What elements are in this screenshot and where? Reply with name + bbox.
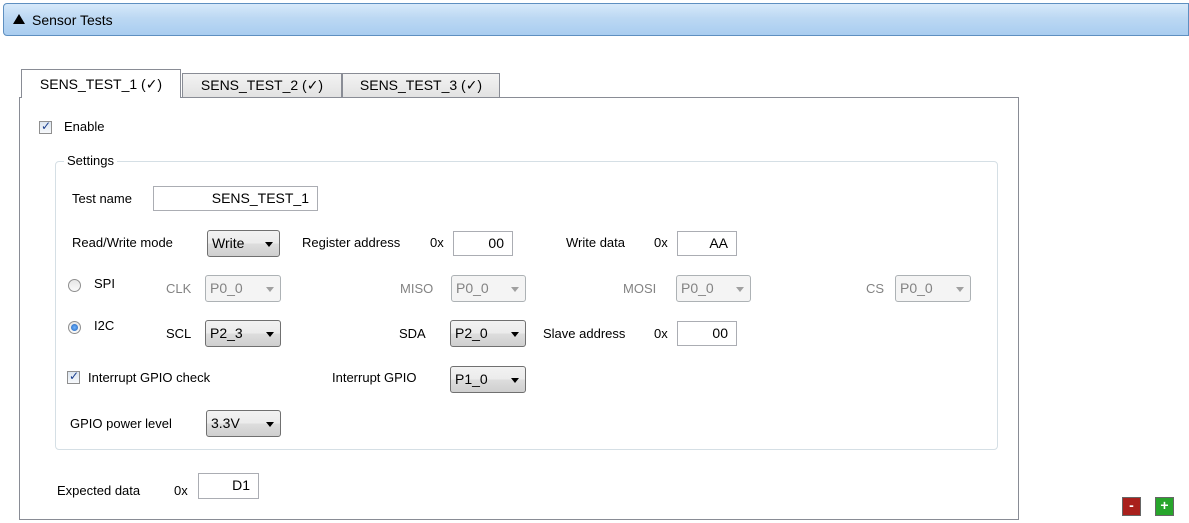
chevron-down-icon xyxy=(266,422,274,427)
gpio-power-label: GPIO power level xyxy=(70,416,172,431)
spi-label: SPI xyxy=(94,276,115,291)
scl-value: P2_3 xyxy=(210,325,243,341)
i2c-radio[interactable] xyxy=(68,321,81,334)
cs-value: P0_0 xyxy=(900,280,933,296)
enable-checkbox[interactable]: ✓ xyxy=(39,119,52,134)
mosi-label: MOSI xyxy=(623,281,657,296)
sda-label: SDA xyxy=(399,326,426,341)
chevron-down-icon xyxy=(265,242,273,247)
miso-label: MISO xyxy=(400,281,434,296)
checkmark-icon: ✓ xyxy=(69,369,80,383)
clk-label: CLK xyxy=(166,281,192,296)
settings-legend: Settings xyxy=(64,153,117,168)
gpio-power-value: 3.3V xyxy=(211,415,240,431)
expected-data-prefix: 0x xyxy=(174,483,188,498)
chevron-down-icon xyxy=(511,332,519,337)
write-data-prefix: 0x xyxy=(654,235,668,250)
minus-icon: - xyxy=(1129,497,1134,513)
enable-label: Enable xyxy=(64,119,105,134)
tab-sens-test-3[interactable]: SENS_TEST_3 (✓) xyxy=(342,73,500,97)
tab-sens-test-1[interactable]: SENS_TEST_1 (✓) xyxy=(21,69,181,98)
scl-label: SCL xyxy=(166,326,192,341)
slave-address-prefix: 0x xyxy=(654,326,668,341)
register-address-prefix: 0x xyxy=(430,235,444,250)
chevron-down-icon xyxy=(736,287,744,292)
section-title: Sensor Tests xyxy=(32,12,113,28)
rw-mode-value: Write xyxy=(212,235,245,251)
write-data-input[interactable]: AA xyxy=(677,231,737,256)
miso-dropdown[interactable]: P0_0 xyxy=(451,275,526,302)
clk-dropdown[interactable]: P0_0 xyxy=(205,275,281,302)
add-test-button[interactable]: + xyxy=(1155,497,1174,516)
sda-dropdown[interactable]: P2_0 xyxy=(450,320,526,347)
chevron-down-icon xyxy=(266,332,274,337)
mosi-dropdown[interactable]: P0_0 xyxy=(676,275,751,302)
chevron-down-icon xyxy=(266,287,274,292)
rw-mode-dropdown[interactable]: Write xyxy=(207,230,280,257)
chevron-down-icon xyxy=(511,378,519,383)
expected-data-label: Expected data xyxy=(57,483,141,498)
section-header[interactable]: Sensor Tests xyxy=(3,3,1189,36)
chevron-down-icon xyxy=(511,287,519,292)
checkmark-icon: ✓ xyxy=(41,119,52,133)
rw-mode-label: Read/Write mode xyxy=(72,235,173,250)
write-data-label: Write data xyxy=(566,235,626,250)
register-address-input[interactable]: 00 xyxy=(453,231,513,256)
interrupt-check-label: Interrupt GPIO check xyxy=(88,370,211,385)
clk-value: P0_0 xyxy=(210,280,243,296)
interrupt-gpio-label: Interrupt GPIO xyxy=(332,370,417,385)
tab-sens-test-2[interactable]: SENS_TEST_2 (✓) xyxy=(182,73,342,97)
i2c-label: I2C xyxy=(94,318,115,333)
interrupt-gpio-value: P1_0 xyxy=(455,371,488,387)
interrupt-gpio-dropdown[interactable]: P1_0 xyxy=(450,366,526,393)
radio-selected-dot xyxy=(71,324,78,331)
remove-test-button[interactable]: - xyxy=(1122,497,1141,516)
chevron-down-icon xyxy=(956,287,964,292)
cs-label: CS xyxy=(866,281,885,296)
expected-data-input[interactable]: D1 xyxy=(198,473,259,499)
scl-dropdown[interactable]: P2_3 xyxy=(205,320,281,347)
register-address-label: Register address xyxy=(302,235,401,250)
mosi-value: P0_0 xyxy=(681,280,714,296)
miso-value: P0_0 xyxy=(456,280,489,296)
slave-address-input[interactable]: 00 xyxy=(677,321,737,346)
test-name-label: Test name xyxy=(72,191,132,206)
collapse-triangle-icon[interactable] xyxy=(13,14,25,24)
sda-value: P2_0 xyxy=(455,325,488,341)
slave-address-label: Slave address xyxy=(543,326,626,341)
gpio-power-dropdown[interactable]: 3.3V xyxy=(206,410,281,437)
test-name-input[interactable]: SENS_TEST_1 xyxy=(153,186,318,211)
interrupt-check-checkbox[interactable]: ✓ xyxy=(67,369,80,384)
cs-dropdown[interactable]: P0_0 xyxy=(895,275,971,302)
spi-radio[interactable] xyxy=(68,279,81,292)
plus-icon: + xyxy=(1160,497,1169,513)
